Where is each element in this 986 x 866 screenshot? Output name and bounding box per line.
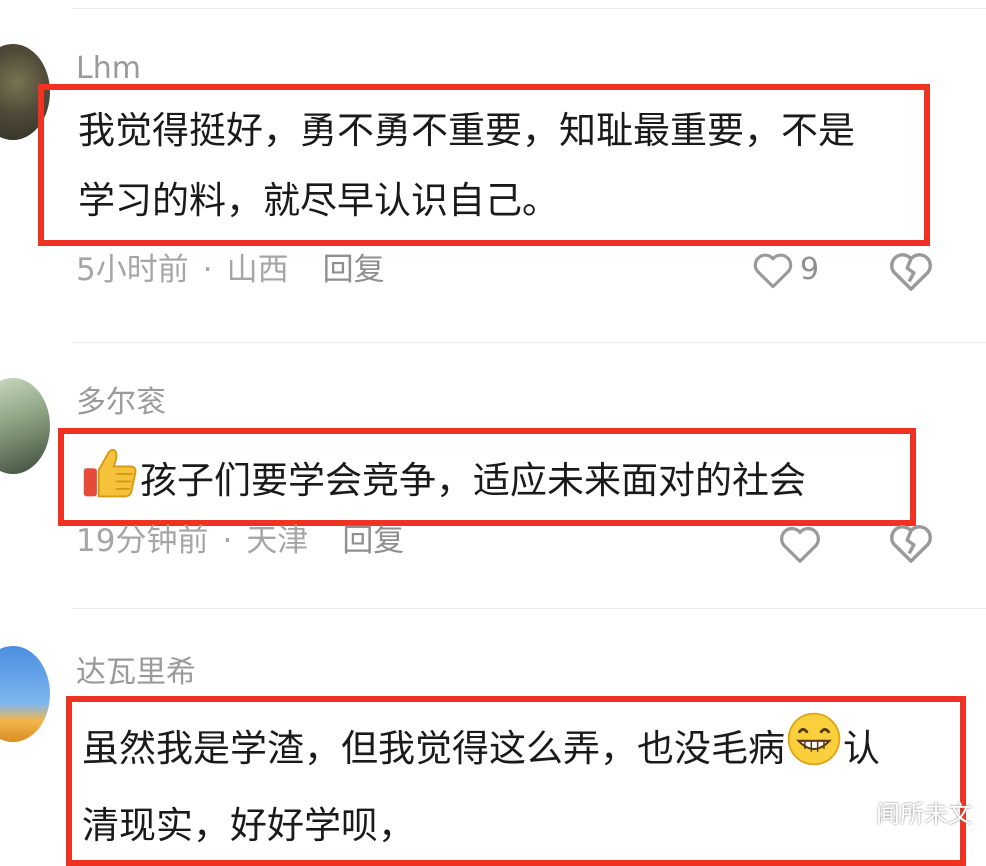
broken-heart-icon: [890, 253, 932, 291]
avatar[interactable]: [0, 378, 50, 474]
like-button[interactable]: 9: [752, 248, 819, 292]
meta-separator: ·: [222, 523, 233, 559]
comment-highlight-box: 我觉得挺好，勇不勇不重要，知耻最重要，不是 学习的料，就尽早认识自己。: [38, 84, 930, 246]
comment-time: 5小时前: [76, 252, 189, 288]
comment-meta: 19分钟前 · 天津 回复: [76, 526, 404, 557]
comment-location: 山西: [226, 252, 289, 288]
divider: [72, 342, 986, 343]
comment-meta: 5小时前 · 山西 回复: [76, 255, 385, 286]
comment-text: 虽然我是学渣，但我觉得这么弄，也没毛病: [82, 727, 785, 770]
comment-text-line: 我觉得挺好，勇不勇不重要，知耻最重要，不是: [78, 109, 855, 152]
comment-text-line: 清现实，好好学呗，: [82, 804, 415, 847]
heart-icon: [753, 253, 793, 289]
dislike-button[interactable]: [888, 250, 934, 294]
watermark: 闻所未文: [876, 800, 972, 828]
dislike-button[interactable]: [888, 522, 934, 566]
comment-text-line: 学习的料，就尽早认识自己。: [78, 179, 559, 222]
comment-text: 认: [843, 727, 880, 770]
like-count: 9: [800, 252, 820, 287]
comment-text-line: 孩子们要学会竞争，适应未来面对的社会: [80, 442, 910, 523]
heart-icon: [780, 526, 820, 563]
like-button[interactable]: [778, 522, 828, 566]
comment-highlight-box: 虽然我是学渣，但我觉得这么弄，也没毛病 认 清现实，好好学呗，: [66, 696, 966, 866]
reply-button[interactable]: 回复: [323, 252, 385, 288]
broken-heart-icon: [890, 525, 932, 563]
comment-username[interactable]: Lhm: [76, 54, 141, 84]
comment-location: 天津: [246, 523, 309, 559]
avatar[interactable]: [0, 646, 50, 742]
comment-highlight-box: 孩子们要学会竞争，适应未来面对的社会: [58, 428, 916, 526]
grinning-face-icon: [785, 710, 843, 791]
divider: [72, 8, 986, 9]
comment-username[interactable]: 多尔衮: [76, 388, 166, 418]
divider: [72, 608, 986, 609]
comment-username[interactable]: 达瓦里希: [76, 658, 196, 688]
comment-text-line: 虽然我是学渣，但我觉得这么弄，也没毛病 认: [82, 710, 960, 791]
meta-separator: ·: [202, 252, 213, 288]
comment-time: 19分钟前: [76, 523, 209, 559]
comment-text: 孩子们要学会竞争，适应未来面对的社会: [140, 459, 806, 502]
reply-button[interactable]: 回复: [342, 523, 404, 559]
thumbs-up-icon: [80, 442, 140, 523]
